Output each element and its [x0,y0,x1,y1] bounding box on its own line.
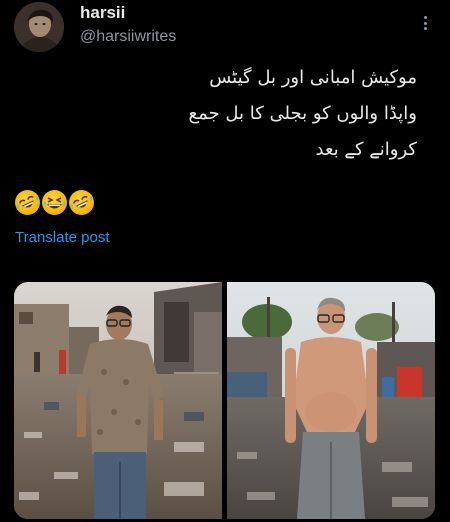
rolling-on-floor-laughing-icon [15,190,40,215]
grinning-squinting-face-icon [42,190,67,215]
post-text-line: کروانے کے بعد [315,139,417,160]
post-text-line: موکیش امبانی اور بل گیٹس [209,67,417,88]
more-options-icon[interactable] [418,14,432,32]
translate-post-link[interactable]: Translate post [15,229,110,246]
media-image-left[interactable] [14,282,222,519]
more-dot [423,16,427,19]
post-text: موکیش امبانی اور بل گیٹس واپڈا والوں کو … [130,60,417,168]
post-text-line: واپڈا والوں کو بجلی کا بل جمع [188,103,417,124]
more-dot [423,27,427,30]
user-handle[interactable]: @harsiiwrites [80,28,176,46]
rolling-on-floor-laughing-icon [69,190,94,215]
display-name[interactable]: harsii [80,3,125,23]
media-grid [14,282,435,519]
more-dot [423,21,427,25]
avatar-image [14,2,64,52]
avatar[interactable] [14,2,64,52]
emoji-row [15,190,94,218]
media-image-right[interactable] [227,282,435,519]
